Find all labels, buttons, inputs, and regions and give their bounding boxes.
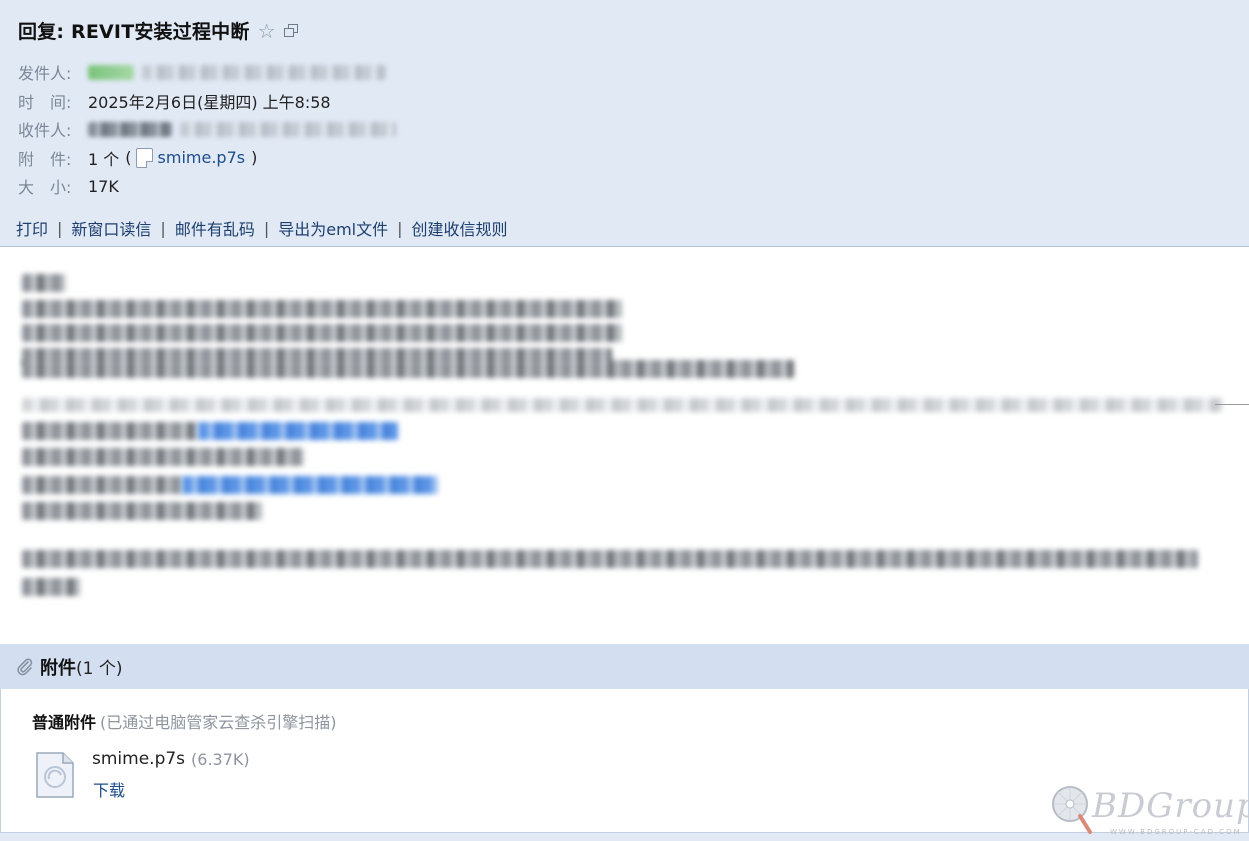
mail-header: 回复: REVIT安装过程中断 ☆ 发件人: 时 间: 2025年2月6日(星期… <box>0 0 1249 247</box>
separator: | <box>160 218 166 238</box>
from-label: 发件人: <box>18 64 72 84</box>
recipient-name-redacted[interactable] <box>88 121 172 137</box>
redacted-line <box>22 300 622 318</box>
redacted-line <box>22 398 1222 412</box>
attach-file-link[interactable]: smime.p7s <box>135 147 246 168</box>
create-rule-link[interactable]: 创建收信规则 <box>412 216 508 240</box>
redacted-line <box>22 502 262 520</box>
watermark-logo: BDGroup WWW.BDGROUP-CAD.COM <box>1050 784 1249 838</box>
open-new-window-link[interactable]: 新窗口读信 <box>71 216 151 240</box>
redacted-line <box>22 448 304 466</box>
attachments-title: 附件 <box>40 657 76 679</box>
export-eml-link[interactable]: 导出为eml文件 <box>278 216 388 240</box>
attachment-item: smime.p7s (6.37K) <box>92 749 250 769</box>
garbled-mail-link[interactable]: 邮件有乱码 <box>175 216 255 240</box>
to-label: 收件人: <box>18 121 72 141</box>
attach-label: 附 件: <box>18 149 72 169</box>
to-row: 收件人: <box>18 115 396 144</box>
redacted-link[interactable] <box>182 476 438 494</box>
print-link[interactable]: 打印 <box>16 216 48 240</box>
attachments-header: 附件 (1 个) <box>0 644 1249 689</box>
recipient-address-redacted <box>180 121 396 137</box>
paperclip-icon <box>17 658 33 675</box>
from-row: 发件人: <box>18 58 396 87</box>
mail-subject: 回复: REVIT安装过程中断 <box>18 21 250 43</box>
attachment-file-name[interactable]: smime.p7s <box>92 749 185 769</box>
attach-close-paren: ) <box>251 148 258 168</box>
sender-name-redacted[interactable] <box>88 64 134 80</box>
redacted-link[interactable] <box>198 422 398 440</box>
attach-open-paren: ( <box>125 148 132 168</box>
watermark-text: BDGroup <box>1092 786 1249 826</box>
sender-address-redacted <box>142 64 386 80</box>
attachment-kind-row: 普通附件 (已通过电脑管家云查杀引擎扫描) <box>32 709 337 733</box>
separator: | <box>397 218 403 238</box>
action-bar: 打印 | 新窗口读信 | 邮件有乱码 | 导出为eml文件 | 创建收信规则 <box>16 216 508 240</box>
attach-count: 1 个 <box>88 149 120 169</box>
size-value: 17K <box>88 176 119 196</box>
time-value: 2025年2月6日(星期四) 上午8:58 <box>88 92 331 112</box>
subject-row: 回复: REVIT安装过程中断 ☆ <box>18 17 298 44</box>
redacted-line <box>22 324 622 342</box>
mail-body-redacted <box>0 248 1249 644</box>
mail-meta: 发件人: 时 间: 2025年2月6日(星期四) 上午8:58 收件人: 附 件… <box>18 58 396 201</box>
attach-file-name: smime.p7s <box>157 148 246 168</box>
separator: | <box>57 218 63 238</box>
separator: | <box>263 218 270 238</box>
time-row: 时 间: 2025年2月6日(星期四) 上午8:58 <box>18 87 396 116</box>
size-label: 大 小: <box>18 178 72 198</box>
star-icon[interactable]: ☆ <box>258 21 276 41</box>
attachments-count: (1 个) <box>76 659 123 679</box>
redacted-line <box>22 476 182 494</box>
redacted-line <box>22 550 1198 568</box>
redacted-line <box>22 422 198 440</box>
attachment-file-size: (6.37K) <box>191 749 250 769</box>
file-icon[interactable] <box>35 751 75 799</box>
attachment-row: 附 件: 1 个 ( smime.p7s ) <box>18 144 396 173</box>
attachment-kind: 普通附件 <box>32 713 97 732</box>
popout-window-icon[interactable] <box>283 23 298 38</box>
disc-magnifier-icon <box>1052 786 1092 834</box>
watermark-url: WWW.BDGROUP-CAD.COM <box>1110 828 1242 836</box>
redacted-line <box>22 578 80 596</box>
time-label: 时 间: <box>18 92 72 112</box>
download-link[interactable]: 下载 <box>93 777 125 801</box>
redacted-line <box>22 274 66 292</box>
redacted-line <box>22 360 794 378</box>
scan-note: (已通过电脑管家云查杀引擎扫描) <box>100 713 337 732</box>
file-icon <box>135 147 153 168</box>
divider <box>1215 404 1249 405</box>
size-row: 大 小: 17K <box>18 172 396 201</box>
